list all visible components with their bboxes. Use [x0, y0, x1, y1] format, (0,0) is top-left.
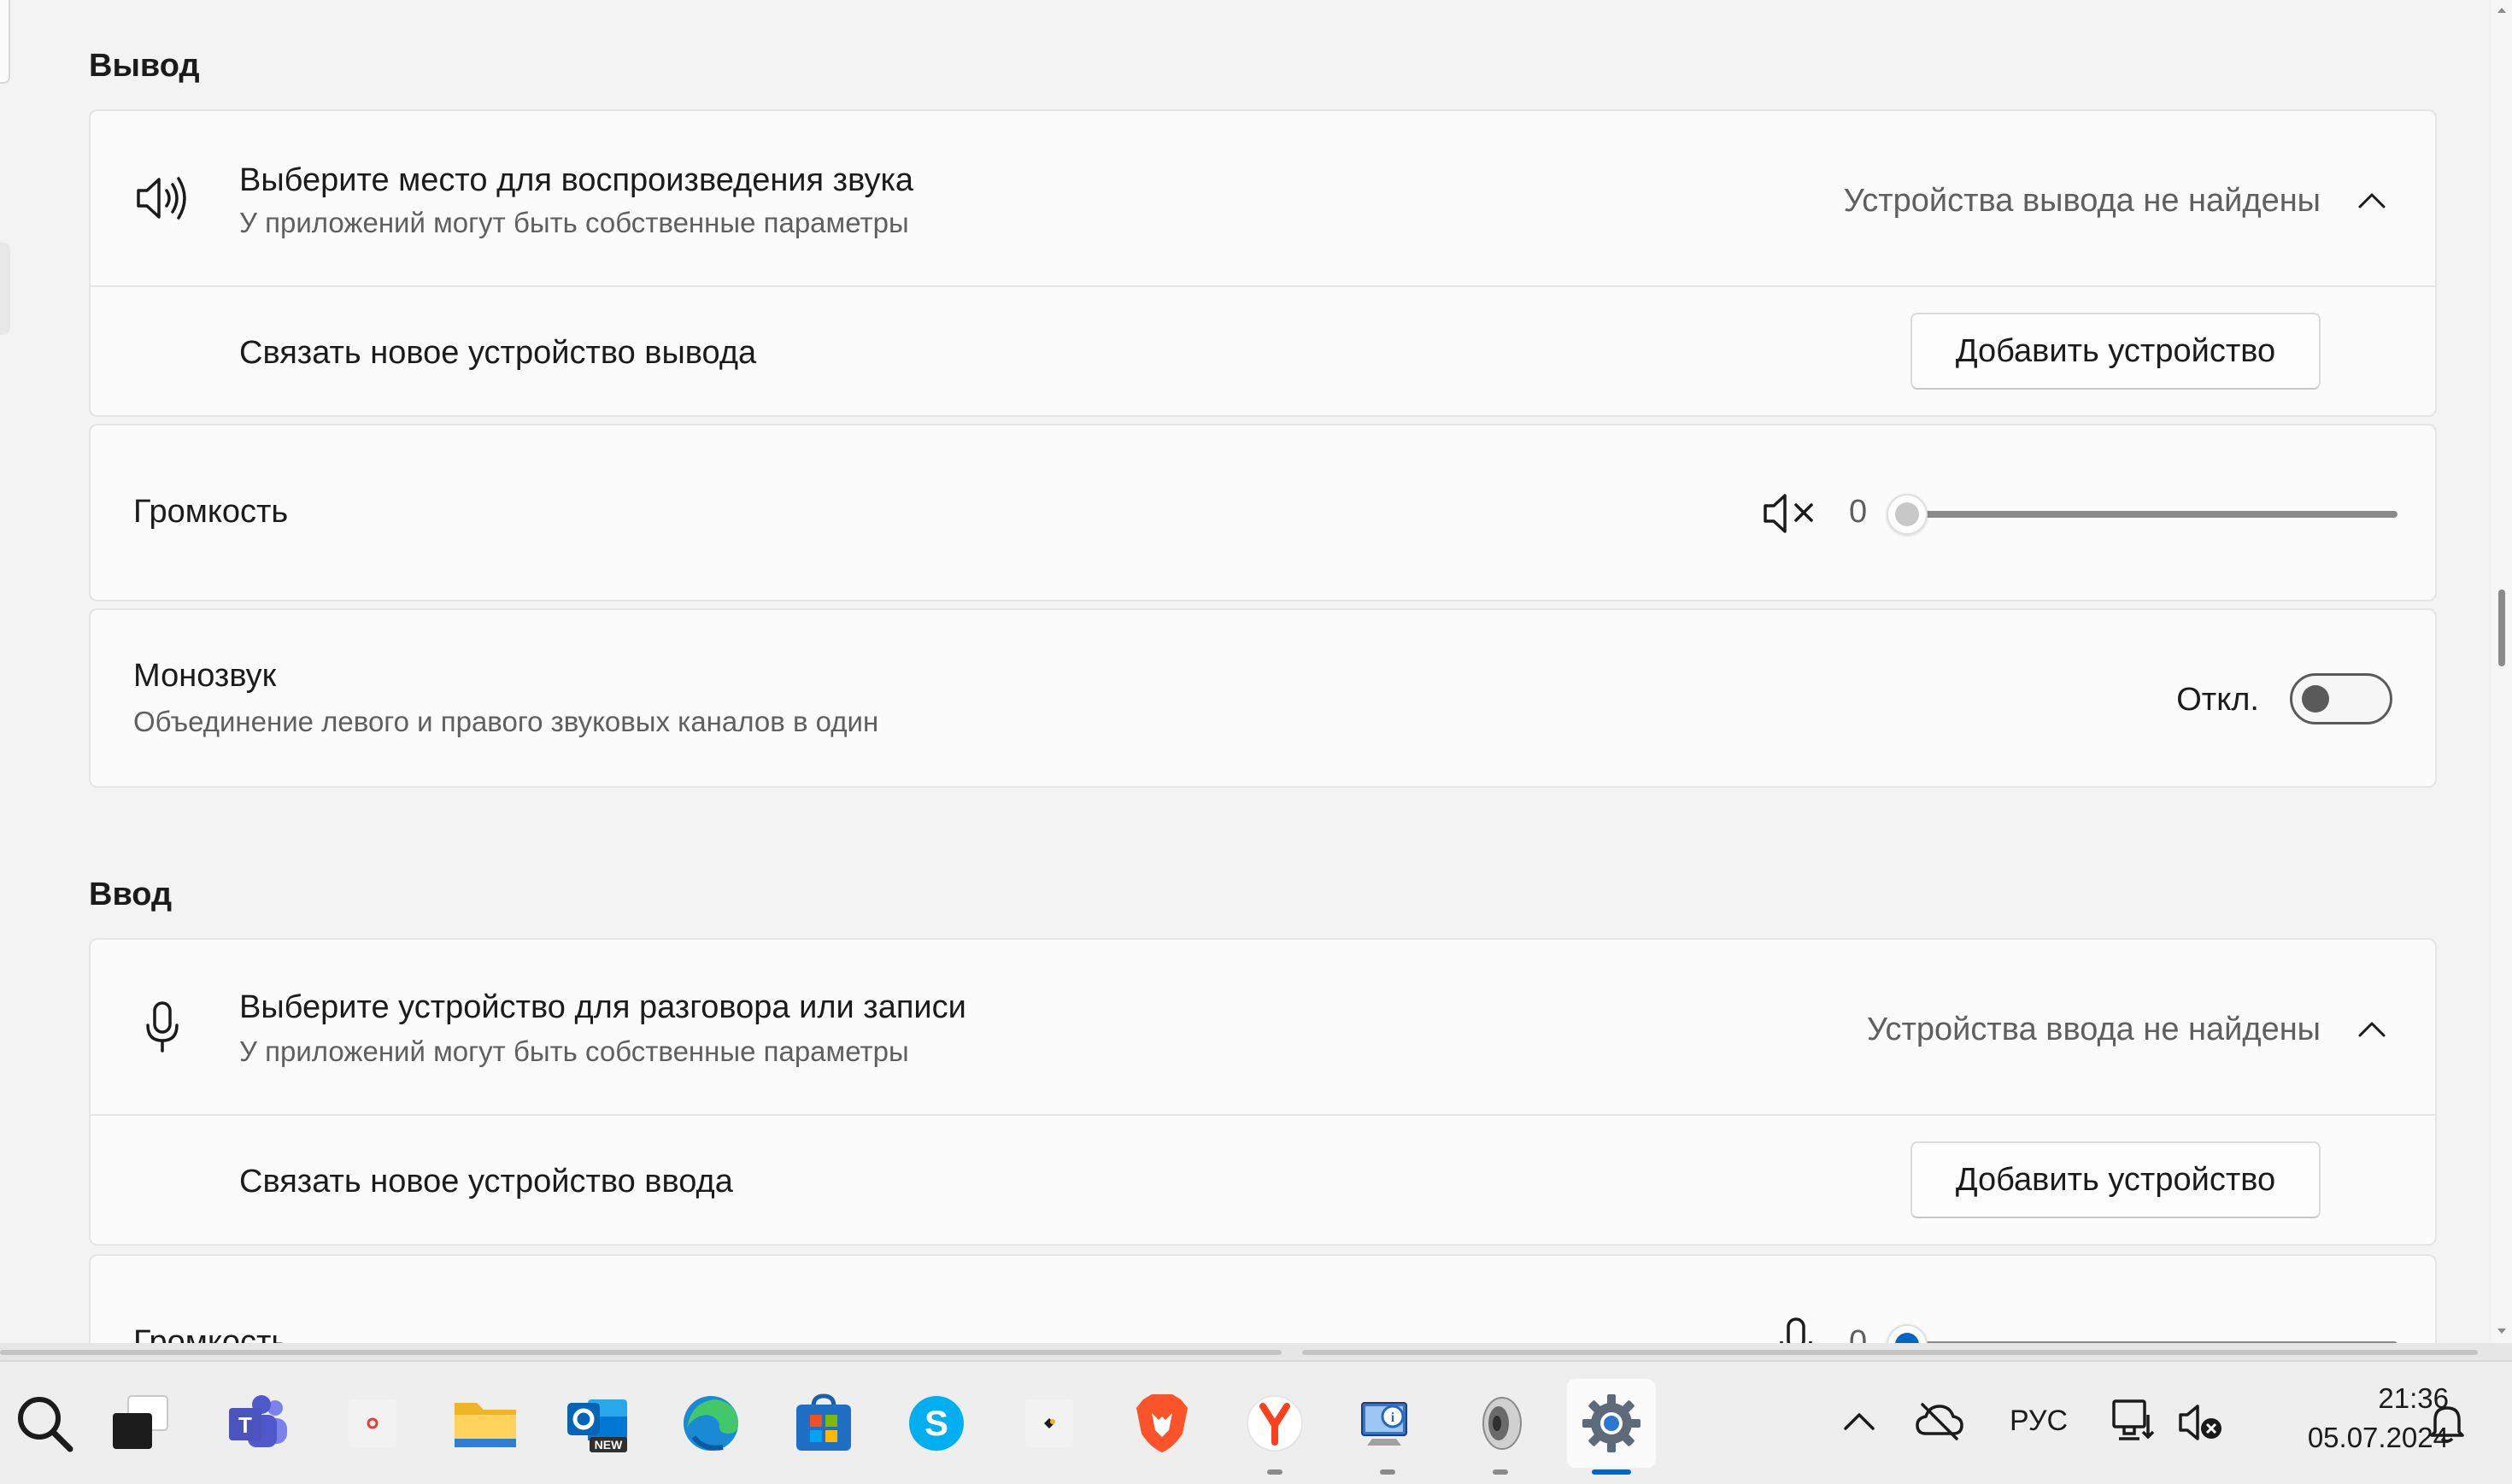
red-dot-app-icon[interactable]: [328, 1379, 417, 1468]
input-device-status: Устройства ввода не найдены: [1866, 1012, 2321, 1047]
speaker-muted-icon[interactable]: [2177, 1401, 2225, 1444]
output-volume-label: Громкость: [133, 494, 289, 530]
svg-text:T: T: [238, 1412, 252, 1438]
input-device-subtitle: У приложений могут быть собственные пара…: [239, 1035, 909, 1067]
output-section-title: Вывод: [89, 48, 200, 84]
output-volume-thumb[interactable]: [1887, 494, 1928, 535]
input-device-card: Выберите устройство для разговора или за…: [89, 938, 2437, 1246]
running-indicator: [1380, 1469, 1395, 1475]
mono-audio-subtitle: Объединение левого и правого звуковых ка…: [133, 706, 879, 737]
speaker-app-icon[interactable]: [1456, 1379, 1545, 1475]
output-device-title: Выберите место для воспроизведения звука: [239, 162, 914, 198]
nav-selected-edge: [0, 243, 10, 335]
settings-gear-icon[interactable]: [1567, 1379, 1656, 1475]
input-volume-label: Громкость: [133, 1324, 289, 1343]
scroll-up-icon[interactable]: [2497, 5, 2507, 15]
yandex-browser-icon[interactable]: [1230, 1379, 1319, 1475]
notification-bell-icon[interactable]: [2427, 1399, 2468, 1444]
input-device-title: Выберите устройство для разговора или за…: [239, 989, 966, 1025]
add-input-device-button[interactable]: Добавить устройство: [1910, 1141, 2321, 1218]
file-explorer-icon[interactable]: [441, 1379, 530, 1468]
speaker-muted-icon[interactable]: [1762, 492, 1818, 535]
speaker-icon: [137, 177, 186, 220]
output-volume-card: Громкость 0: [89, 424, 2437, 601]
divider: [91, 285, 2435, 287]
system-info-icon[interactable]: i: [1343, 1379, 1432, 1475]
settings-content: Вывод Выберите место для воспроизведения…: [0, 0, 2512, 1343]
output-device-expander[interactable]: Выберите место для воспроизведения звука…: [91, 111, 2435, 285]
vertical-scrollbar[interactable]: [2491, 0, 2512, 1343]
chevron-up-icon[interactable]: [1839, 1405, 1880, 1439]
hscroll-segment: [1302, 1350, 2478, 1355]
skype-icon[interactable]: S: [892, 1379, 981, 1468]
divider: [91, 1114, 2435, 1116]
output-volume-track[interactable]: [1907, 511, 2398, 518]
chevron-up-icon[interactable]: [2351, 1010, 2392, 1051]
mono-audio-state: Откл.: [2176, 682, 2259, 718]
horizontal-scrollbar[interactable]: [0, 1343, 2512, 1360]
output-pair-label: Связать новое устройство вывода: [239, 335, 757, 371]
microphone-icon[interactable]: [1775, 1316, 1817, 1343]
microsoft-store-icon[interactable]: [779, 1379, 868, 1468]
chevron-up-icon[interactable]: [2351, 181, 2392, 222]
microphone-icon: [146, 1001, 179, 1053]
edge-icon[interactable]: [666, 1379, 755, 1468]
onedrive-offline-icon[interactable]: [1914, 1399, 1965, 1444]
input-volume-thumb[interactable]: [1887, 1324, 1928, 1343]
mono-audio-toggle[interactable]: [2290, 673, 2392, 724]
language-indicator[interactable]: РУС: [2010, 1405, 2068, 1438]
outlook-new-badge: NEW: [595, 1438, 623, 1452]
network-icon[interactable]: [2109, 1398, 2160, 1446]
running-indicator: [1267, 1469, 1282, 1475]
small-app-icon[interactable]: [1005, 1379, 1094, 1468]
hscroll-segment: [0, 1350, 1282, 1355]
task-view-icon[interactable]: [96, 1379, 185, 1468]
output-device-subtitle: У приложений могут быть собственные пара…: [239, 207, 909, 238]
add-output-device-button[interactable]: Добавить устройство: [1910, 313, 2321, 390]
output-device-status: Устройства вывода не найдены: [1843, 183, 2321, 219]
input-volume-card: Громкость 0: [89, 1254, 2437, 1343]
mono-audio-card: Монозвук Объединение левого и правого зв…: [89, 608, 2437, 788]
output-volume-value: 0: [1849, 494, 1868, 530]
teams-icon[interactable]: T: [214, 1379, 302, 1468]
output-device-card: Выберите место для воспроизведения звука…: [89, 109, 2437, 417]
svg-text:i: i: [1391, 1411, 1395, 1425]
svg-text:S: S: [924, 1403, 948, 1443]
input-device-expander[interactable]: Выберите устройство для разговора или за…: [91, 940, 2435, 1114]
scroll-down-icon[interactable]: [2497, 1326, 2507, 1336]
input-volume-value: 0: [1849, 1324, 1868, 1343]
brave-icon[interactable]: [1118, 1379, 1206, 1468]
search-icon[interactable]: [0, 1379, 89, 1468]
running-indicator: [1493, 1469, 1508, 1475]
nav-panel-edge: [0, 0, 10, 84]
outlook-new-icon[interactable]: NEW: [554, 1379, 643, 1468]
active-indicator: [1592, 1469, 1631, 1475]
mono-audio-title: Монозвук: [133, 658, 277, 694]
input-pair-label: Связать новое устройство ввода: [239, 1164, 733, 1200]
scrollbar-thumb[interactable]: [2498, 589, 2505, 666]
input-section-title: Ввод: [89, 877, 173, 912]
taskbar: T NEW S i РУС 21:36 05.07.2024: [0, 1360, 2512, 1484]
